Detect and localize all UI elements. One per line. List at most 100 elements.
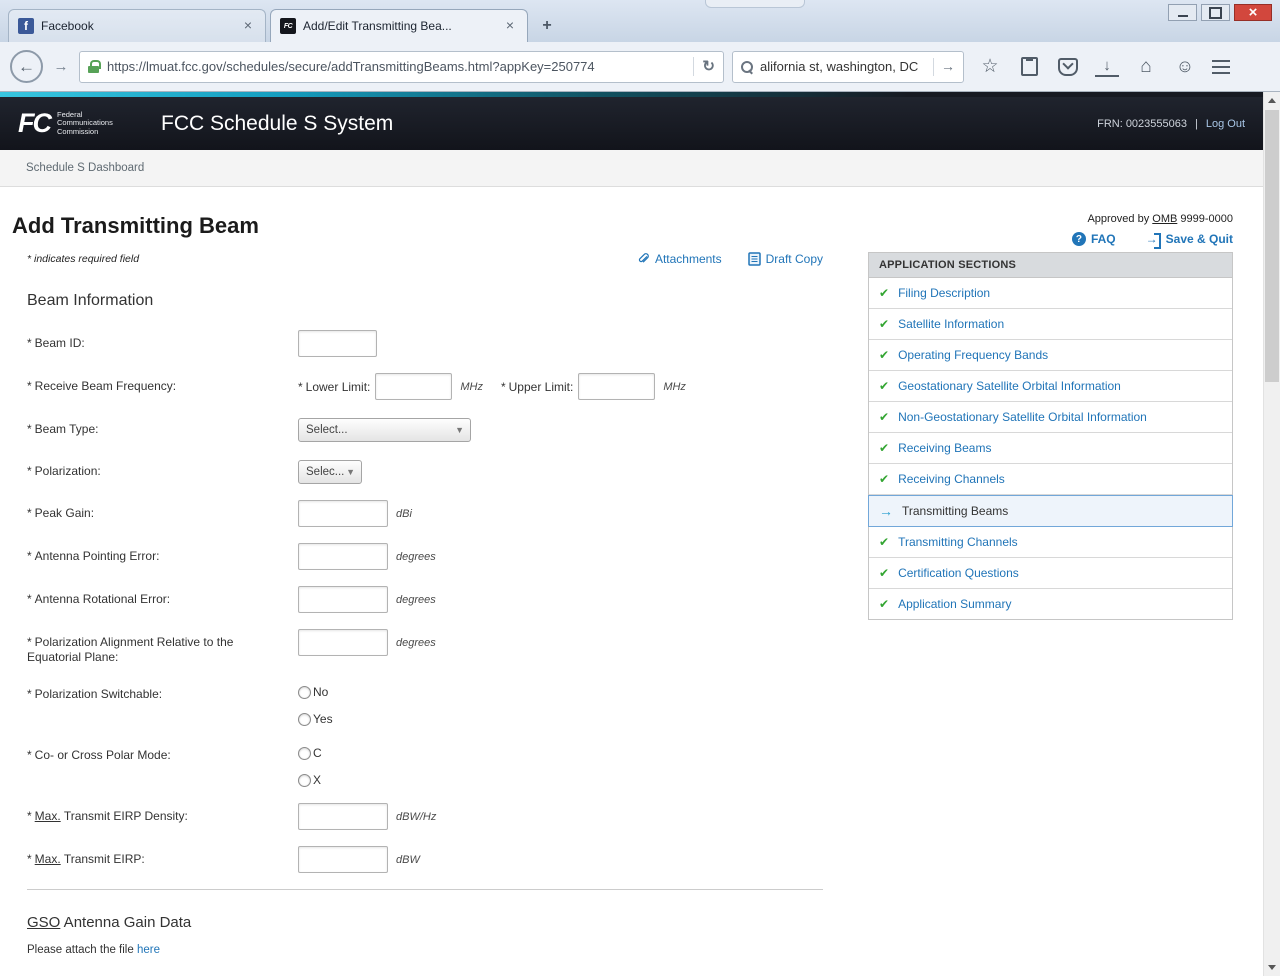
sidebar-item-certification-questions[interactable]: Certification Questions	[869, 558, 1232, 589]
close-icon[interactable]	[240, 18, 256, 34]
peak-gain-input[interactable]	[298, 500, 388, 527]
close-icon[interactable]	[502, 18, 518, 34]
search-go-button[interactable]	[933, 58, 955, 76]
antenna-pointing-error-input[interactable]	[298, 543, 388, 570]
field-control	[298, 330, 377, 357]
bookmark-star-icon[interactable]	[978, 56, 1002, 78]
close-button[interactable]	[1234, 4, 1272, 21]
sidebar-item-label: Receiving Beams	[898, 441, 991, 455]
sidebar-item-transmitting-channels[interactable]: Transmitting Channels	[869, 527, 1232, 558]
section-divider	[27, 889, 823, 890]
sidebar-item-label: Geostationary Satellite Orbital Informat…	[898, 379, 1121, 393]
sidebar-item-geostationary-satellite-orbital-information[interactable]: Geostationary Satellite Orbital Informat…	[869, 371, 1232, 402]
menu-icon[interactable]	[1212, 60, 1230, 74]
max-transmit-eirp-density-input[interactable]	[298, 803, 388, 830]
sidebar-item-non-geostationary-satellite-orbital-information[interactable]: Non-Geostationary Satellite Orbital Info…	[869, 402, 1232, 433]
back-button[interactable]	[10, 50, 43, 83]
field-label: *Polarization Switchable:	[27, 681, 298, 702]
sidebar-item-satellite-information[interactable]: Satellite Information	[869, 309, 1232, 340]
field-label: *Antenna Rotational Error:	[27, 586, 298, 607]
radio-button-icon	[298, 747, 311, 760]
attach-here-link[interactable]: here	[137, 944, 160, 956]
form-row: *Antenna Rotational Error:degrees	[27, 586, 823, 613]
attachments-link[interactable]: Attachments	[636, 252, 722, 266]
check-icon	[879, 566, 889, 580]
co-or-cross-polar-mode-radio-c[interactable]: C	[298, 746, 322, 760]
chevron-down-icon	[455, 425, 464, 435]
form-row: *Co- or Cross Polar Mode:CX	[27, 742, 823, 787]
field-control: dBW/Hz	[298, 803, 436, 830]
url-bar[interactable]: https://lmuat.fcc.gov/schedules/secure/a…	[79, 51, 724, 83]
max-transmit-eirp-input[interactable]	[298, 846, 388, 873]
new-tab-button[interactable]	[532, 13, 562, 39]
downloads-icon[interactable]	[1095, 57, 1119, 77]
scrollbar-thumb[interactable]	[1265, 110, 1279, 382]
required-asterisk: *	[27, 464, 32, 478]
beam-id-input[interactable]	[298, 330, 377, 357]
scroll-up-button[interactable]	[1264, 92, 1280, 109]
exit-icon	[1146, 233, 1161, 245]
required-asterisk: *	[27, 336, 32, 350]
form-row: *Antenna Pointing Error:degrees	[27, 543, 823, 570]
pocket-icon[interactable]	[1056, 56, 1080, 78]
browser-window: Facebook Add/Edit Transmitting Bea... ht…	[0, 0, 1280, 976]
sidebar-item-receiving-channels[interactable]: Receiving Channels	[869, 464, 1232, 495]
field-label: *Polarization Alignment Relative to the …	[27, 629, 298, 665]
co-or-cross-polar-mode-radio-group: CX	[298, 742, 322, 787]
polarization-alignment-input[interactable]	[298, 629, 388, 656]
sidebar-item-application-summary[interactable]: Application Summary	[869, 589, 1232, 619]
sidebar-item-label: Application Summary	[898, 597, 1011, 611]
reload-button[interactable]	[693, 57, 715, 76]
field-label: *Beam Type:	[27, 416, 298, 437]
logout-link[interactable]: Log Out	[1206, 118, 1245, 130]
tab-facebook[interactable]: Facebook	[8, 9, 266, 42]
search-input[interactable]: alifornia st, washington, DC	[732, 51, 964, 83]
field-control: *Lower Limit:MHz*Upper Limit:MHz	[298, 373, 704, 400]
smiley-icon[interactable]	[1173, 56, 1197, 78]
minimize-button[interactable]	[1168, 4, 1197, 21]
check-icon	[879, 441, 889, 455]
lower-limit-input[interactable]	[375, 373, 452, 400]
polarization-switchable-radio-no[interactable]: No	[298, 685, 333, 699]
tab-add-edit-transmitting-beams[interactable]: Add/Edit Transmitting Bea...	[270, 9, 528, 42]
chevron-down-icon	[346, 467, 355, 477]
bookmarks-icon[interactable]	[1017, 56, 1041, 78]
sidebar-items: Filing DescriptionSatellite InformationO…	[869, 278, 1232, 619]
sidebar-item-transmitting-beams[interactable]: Transmitting Beams	[868, 495, 1233, 527]
check-icon	[879, 317, 889, 331]
search-text: alifornia st, washington, DC	[760, 59, 926, 74]
polarization-select[interactable]: Selec...	[298, 460, 362, 484]
form-row: *Max. Transmit EIRP:dBW	[27, 846, 823, 873]
upper-limit-input[interactable]	[578, 373, 655, 400]
sidebar-item-receiving-beams[interactable]: Receiving Beams	[869, 433, 1232, 464]
field-label: *Max. Transmit EIRP Density:	[27, 803, 298, 824]
breadcrumb-item[interactable]: Schedule S Dashboard	[26, 162, 144, 174]
antenna-rotational-error-input[interactable]	[298, 586, 388, 613]
vertical-scrollbar[interactable]	[1263, 92, 1280, 976]
tab-title: Add/Edit Transmitting Bea...	[303, 19, 495, 33]
unit-label: dBW	[396, 854, 420, 866]
agency-name: Federal Communications Commission	[57, 111, 135, 137]
polarization-switchable-radio-yes[interactable]: Yes	[298, 712, 333, 726]
check-icon	[879, 597, 889, 611]
maximize-button[interactable]	[1201, 4, 1230, 21]
sidebar-item-label: Transmitting Channels	[898, 535, 1018, 549]
tab-strip: Facebook Add/Edit Transmitting Bea...	[8, 9, 562, 42]
home-icon[interactable]	[1134, 56, 1158, 78]
field-control: No Yes	[298, 681, 333, 726]
select-value: Selec...	[306, 466, 344, 478]
faq-link[interactable]: FAQ	[1072, 232, 1116, 246]
site-header: FC Federal Communications Commission FCC…	[0, 97, 1263, 150]
section-title-gso-antenna-gain-data: GSO Antenna Gain Data	[27, 914, 823, 931]
sidebar-item-operating-frequency-bands[interactable]: Operating Frequency Bands	[869, 340, 1232, 371]
beam-type-select[interactable]: Select...	[298, 418, 471, 442]
save-and-quit-link[interactable]: Save & Quit	[1146, 232, 1233, 246]
form-row: *Receive Beam Frequency:*Lower Limit:MHz…	[27, 373, 823, 400]
sidebar-item-filing-description[interactable]: Filing Description	[869, 278, 1232, 309]
co-or-cross-polar-mode-radio-x[interactable]: X	[298, 773, 322, 787]
document-icon	[748, 252, 761, 266]
draft-copy-link[interactable]: Draft Copy	[748, 252, 823, 266]
scroll-down-button[interactable]	[1264, 959, 1280, 976]
forward-button[interactable]	[51, 58, 71, 76]
required-asterisk: *	[27, 506, 32, 520]
